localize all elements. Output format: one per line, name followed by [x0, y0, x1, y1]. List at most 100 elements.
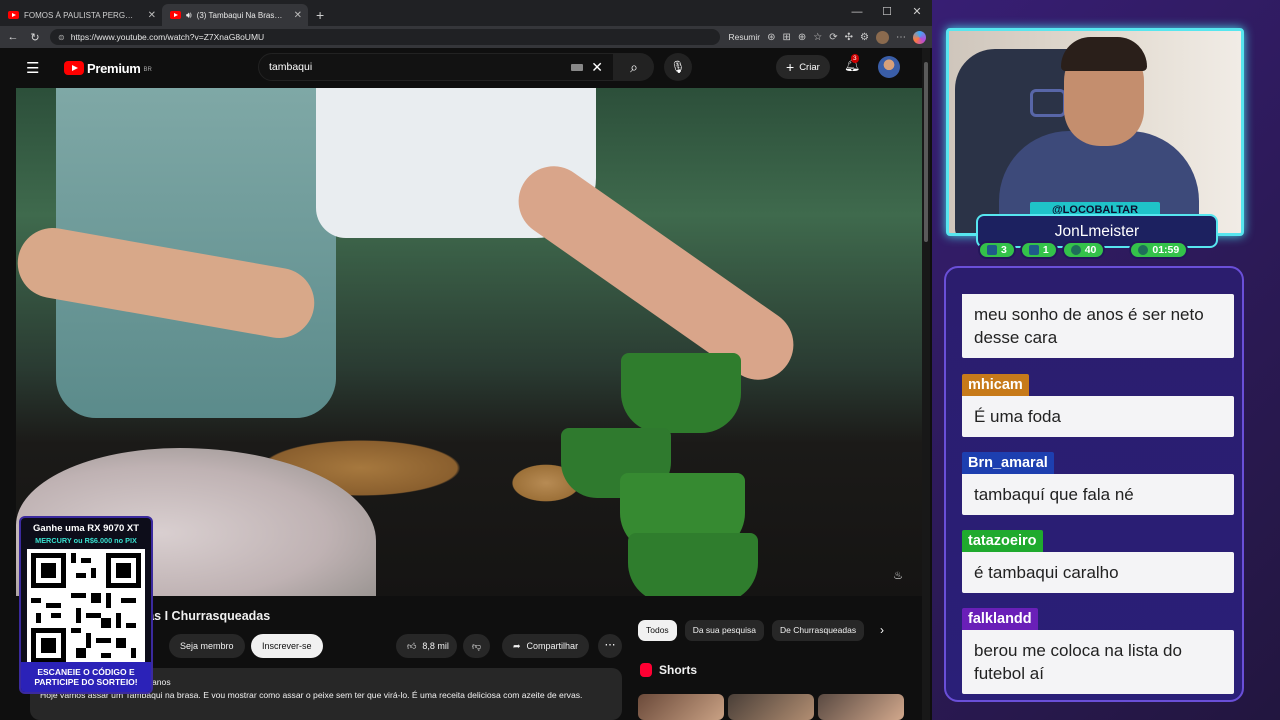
youtube-count: 1: [1042, 244, 1049, 256]
channel-watermark-icon[interactable]: ♨: [888, 566, 908, 586]
search-input[interactable]: tambaqui ✕: [258, 53, 614, 81]
thumbs-up-icon: 👍︎: [407, 640, 417, 651]
new-tab-button[interactable]: +: [308, 4, 332, 26]
url-text: https://www.youtube.com/watch?v=Z7XnaG8o…: [70, 32, 265, 42]
uptime: 01:59: [1152, 244, 1180, 256]
youtube-logo[interactable]: Premium BR: [64, 61, 152, 76]
summarize-button[interactable]: Resumir: [728, 32, 760, 42]
shorts-icon: [640, 663, 652, 677]
apps-icon[interactable]: ⊞: [783, 32, 791, 43]
video-scene: [621, 353, 741, 433]
chat-message-text: é tambaqui caralho: [962, 552, 1234, 593]
search-icon: ⌕: [630, 59, 638, 75]
close-tab-icon[interactable]: ✕: [294, 10, 302, 21]
notification-badge: 3: [851, 54, 859, 63]
promo-footer-line1: ESCANEIE O CÓDIGO E: [37, 667, 135, 677]
share-button[interactable]: ➦ Compartilhar: [502, 634, 590, 658]
tab-tambaqui[interactable]: 🔊︎ (3) Tambaqui Na Brasa com ✕: [162, 4, 308, 26]
favorite-star-icon[interactable]: ☆: [813, 32, 822, 43]
promo-footer: ESCANEIE O CÓDIGO E PARTICIPE DO SORTEIO…: [21, 662, 151, 692]
extensions-icon[interactable]: ⟳: [829, 32, 837, 43]
filter-chips: Todos Da sua pesquisa De Churrasqueadas: [638, 620, 865, 641]
youtube-favicon-icon: [8, 11, 19, 19]
youtube-favicon-icon: [170, 11, 181, 19]
chat-count-badge: 3: [978, 241, 1016, 259]
maximize-icon[interactable]: ☐: [872, 0, 902, 26]
address-bar-row: ← ↻ ⊜ https://www.youtube.com/watch?v=Z7…: [0, 26, 932, 48]
chevron-right-icon[interactable]: ›: [880, 620, 884, 641]
dislike-button[interactable]: 👎︎: [463, 634, 491, 658]
minimize-icon[interactable]: —: [842, 0, 872, 26]
join-button[interactable]: Seja membro: [169, 634, 245, 658]
chat-message: tatazoeiro é tambaqui caralho: [962, 530, 1234, 593]
clear-search-icon[interactable]: ✕: [591, 59, 603, 76]
giveaway-promo: Ganhe uma RX 9070 XT MERCURY ou R$6.000 …: [19, 516, 153, 694]
notifications-button[interactable]: 🔔︎ 3: [844, 54, 861, 73]
chat-message: meu sonho de anos é ser neto desse cara: [962, 294, 1234, 358]
create-button[interactable]: + Criar: [776, 55, 830, 79]
account-avatar[interactable]: [878, 56, 900, 78]
join-label: Seja membro: [180, 641, 234, 651]
chip-from-channel[interactable]: De Churrasqueadas: [772, 620, 865, 641]
chat-username: tatazoeiro: [962, 530, 1043, 552]
plus-icon: +: [786, 59, 795, 75]
short-thumbnail[interactable]: [818, 694, 904, 720]
speaker-icon[interactable]: 🔊︎: [186, 10, 192, 21]
chat-username: mhicam: [962, 374, 1029, 396]
toolbar-right: Resumir ⊛ ⊞ ⊕ ☆ ⟳ ✣ ⚙ ⋯: [728, 30, 926, 44]
create-label: Criar: [799, 61, 820, 73]
like-button[interactable]: 👍︎ 8,8 mil: [396, 634, 457, 658]
page-scrollbar[interactable]: [922, 48, 930, 720]
thumbs-down-icon: 👎︎: [472, 640, 482, 651]
scrollbar-thumb[interactable]: [924, 62, 928, 242]
youtube-icon: [1028, 245, 1039, 255]
site-info-icon[interactable]: ⊜: [58, 33, 65, 42]
profile-avatar[interactable]: [876, 30, 889, 44]
tab-title: (3) Tambaqui Na Brasa com: [196, 10, 285, 20]
region-code: BR: [143, 66, 152, 73]
search-button[interactable]: ⌕: [614, 53, 654, 81]
menu-dots-icon[interactable]: ⋯: [896, 32, 906, 43]
chat-message: mhicam É uma foda: [962, 374, 1234, 437]
promo-footer-line2: PARTICIPE DO SORTEIO!: [34, 677, 138, 687]
short-thumbnail[interactable]: [728, 694, 814, 720]
youtube-play-icon: [64, 61, 84, 75]
stream-stats: 3 1 40 01:59: [978, 241, 1189, 259]
close-window-icon[interactable]: ✕: [902, 0, 932, 26]
chat-username: falklandd: [962, 608, 1038, 630]
menu-icon[interactable]: ☰: [26, 59, 50, 77]
settings-icon[interactable]: ⚙: [860, 32, 869, 43]
chat-message: Brn_amaral tambaquí que fala né: [962, 452, 1234, 515]
viewers-badge: 40: [1061, 241, 1106, 259]
zoom-icon[interactable]: ⊕: [798, 32, 806, 43]
more-actions-button[interactable]: ⋯: [598, 634, 622, 658]
chat-icon: [987, 245, 997, 255]
screen: FOMOS À PAULISTA PERGUNTAR ✕ 🔊︎ (3) Tamb…: [0, 0, 1280, 720]
copilot-icon[interactable]: [913, 30, 926, 44]
chip-all[interactable]: Todos: [638, 620, 677, 641]
subscribe-button[interactable]: Inscrever-se: [251, 634, 323, 658]
chat-message: falklandd berou me coloca na lista do fu…: [962, 608, 1234, 694]
youtube-header: ☰ Premium BR tambaqui ✕ ⌕ 🎙︎ + Criar 🔔︎ …: [16, 48, 922, 88]
youtube-count-badge: 1: [1019, 241, 1058, 259]
reload-icon[interactable]: ↻: [28, 31, 42, 44]
viewer-count: 40: [1084, 244, 1097, 256]
streamer-hair: [1061, 37, 1147, 71]
short-thumbnail[interactable]: [638, 694, 724, 720]
back-icon[interactable]: ←: [6, 31, 20, 43]
chat-panel: meu sonho de anos é ser neto desse cara …: [944, 266, 1244, 702]
chat-message-text: berou me coloca na lista do futebol aí: [962, 630, 1234, 694]
chip-from-search[interactable]: Da sua pesquisa: [684, 620, 765, 641]
keyboard-icon[interactable]: [571, 63, 584, 71]
chat-username: Brn_amaral: [962, 452, 1054, 474]
puzzle-icon[interactable]: ✣: [845, 32, 853, 43]
shorts-thumbnails: [638, 694, 904, 720]
promo-headline: Ganhe uma RX 9070 XT: [32, 523, 140, 534]
window-controls: — ☐ ✕: [842, 0, 932, 26]
address-field[interactable]: ⊜ https://www.youtube.com/watch?v=Z7XnaG…: [50, 29, 721, 45]
voice-search-button[interactable]: 🎙︎: [664, 53, 692, 81]
close-tab-icon[interactable]: ✕: [148, 10, 156, 21]
tab-paulista[interactable]: FOMOS À PAULISTA PERGUNTAR ✕: [0, 4, 162, 26]
translate-icon[interactable]: ⊛: [767, 32, 775, 43]
chat-message-text: tambaquí que fala né: [962, 474, 1234, 515]
